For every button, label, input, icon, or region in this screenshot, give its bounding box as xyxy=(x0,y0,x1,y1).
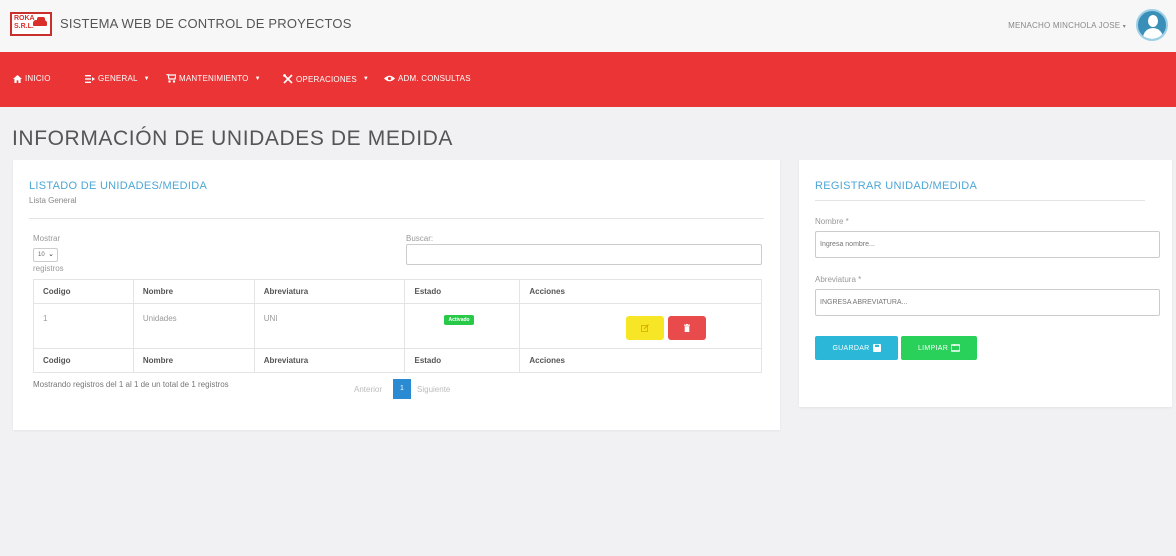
divider xyxy=(29,218,764,219)
divider xyxy=(815,200,1145,201)
register-unit-panel: REGISTRAR UNIDAD/MEDIDA Nombre * Abrevia… xyxy=(799,160,1172,407)
nav-label: MANTENIMIENTO xyxy=(179,74,249,83)
nav-item-mantenimiento[interactable]: MANTENIMIENTO ▼ xyxy=(166,74,261,83)
search-input[interactable] xyxy=(406,244,762,265)
top-bar: ROKA S.R.L. SISTEMA WEB DE CONTROL DE PRO… xyxy=(0,0,1176,52)
main-nav: INICIO GENERAL ▼ MANTENIMIENTO ▼ OPERACI… xyxy=(0,52,1176,107)
trash-icon xyxy=(684,324,691,332)
abbr-label: Abreviatura * xyxy=(815,275,862,284)
page-size-value: 10 xyxy=(38,252,45,258)
nav-item-inicio[interactable]: INICIO xyxy=(13,74,51,83)
status-badge: Activado xyxy=(444,315,474,325)
company-logo[interactable]: ROKA S.R.L. xyxy=(10,12,52,36)
list-panel-title: LISTADO DE UNIDADES/MEDIDA xyxy=(29,180,208,192)
nav-item-operaciones[interactable]: OPERACIONES ▼ xyxy=(283,74,369,84)
avatar[interactable] xyxy=(1136,9,1168,41)
cell-codigo: 1 xyxy=(33,303,134,349)
cell-nombre: Unidades xyxy=(133,303,255,349)
cell-abreviatura: UNI xyxy=(254,303,406,349)
eye-icon xyxy=(384,75,395,82)
logo-text: ROKA S.R.L. xyxy=(14,15,35,30)
nav-label: ADM. CONSULTAS xyxy=(398,74,471,83)
delete-button[interactable] xyxy=(668,316,707,340)
nav-label: OPERACIONES xyxy=(296,74,357,84)
pager-previous[interactable]: Anterior xyxy=(354,385,382,394)
form-panel-title: REGISTRAR UNIDAD/MEDIDA xyxy=(815,180,978,192)
column-footer: Estado xyxy=(404,348,521,373)
tools-icon xyxy=(283,74,293,84)
home-icon xyxy=(13,74,22,83)
column-header[interactable]: Acciones xyxy=(519,279,762,304)
list-icon xyxy=(85,74,95,83)
table-row: 1 Unidades UNI Activado xyxy=(33,303,762,349)
column-footer: Nombre xyxy=(133,348,255,373)
show-label: Mostrar xyxy=(33,234,61,243)
nav-item-adm-consultas[interactable]: ADM. CONSULTAS xyxy=(384,74,471,83)
column-header[interactable]: Nombre xyxy=(133,279,255,304)
abbreviation-field[interactable] xyxy=(815,289,1160,316)
records-label: registros xyxy=(33,264,64,273)
floppy-icon xyxy=(872,344,881,352)
chevron-down-icon: ▼ xyxy=(362,76,370,82)
cell-estado: Activado xyxy=(404,303,521,349)
edit-icon xyxy=(641,324,650,332)
pager-next[interactable]: Siguiente xyxy=(417,385,450,394)
column-header[interactable]: Codigo xyxy=(33,279,134,304)
column-footer: Acciones xyxy=(519,348,762,373)
user-name: MENACHO MINCHOLA JOSE xyxy=(1008,21,1121,30)
user-menu[interactable]: MENACHO MINCHOLA JOSE ▾ xyxy=(1008,21,1126,30)
save-button[interactable]: GUARDAR xyxy=(815,336,898,360)
table-footer-row: Codigo Nombre Abreviatura Estado Accione… xyxy=(33,348,762,373)
cell-acciones xyxy=(519,303,762,349)
name-label: Nombre * xyxy=(815,217,849,226)
nav-label: GENERAL xyxy=(98,74,138,83)
units-list-panel: LISTADO DE UNIDADES/MEDIDA Lista General… xyxy=(13,160,780,430)
table-info: Mostrando registros del 1 al 1 de un tot… xyxy=(33,380,229,389)
page-size-select[interactable]: 10 ⌄ xyxy=(33,248,58,262)
table-header-row: Codigo Nombre Abreviatura Estado Accione… xyxy=(33,279,762,304)
chevron-down-icon: ▼ xyxy=(254,75,261,82)
column-footer: Abreviatura xyxy=(254,348,406,373)
column-header[interactable]: Abreviatura xyxy=(254,279,406,304)
page-title: INFORMACIÓN DE UNIDADES DE MEDIDA xyxy=(12,127,453,150)
chevron-down-icon: ▼ xyxy=(143,75,150,82)
cart-icon xyxy=(166,74,176,83)
refresh-icon xyxy=(951,344,961,352)
search-label: Buscar: xyxy=(406,234,434,243)
list-panel-subtitle: Lista General xyxy=(29,196,77,205)
save-label: GUARDAR xyxy=(832,344,870,352)
pager-current-page[interactable]: 1 xyxy=(393,379,411,399)
clear-label: LIMPIAR xyxy=(917,344,949,352)
nav-item-general[interactable]: GENERAL ▼ xyxy=(85,74,150,83)
edit-button[interactable] xyxy=(626,316,665,340)
clear-button[interactable]: LIMPIAR xyxy=(901,336,977,360)
units-table: Codigo Nombre Abreviatura Estado Accione… xyxy=(33,279,762,373)
column-header[interactable]: Estado xyxy=(404,279,521,304)
column-footer: Codigo xyxy=(33,348,134,373)
chevron-down-icon: ▾ xyxy=(1122,24,1126,30)
name-field[interactable] xyxy=(815,231,1160,258)
app-title: SISTEMA WEB DE CONTROL DE PROYECTOS xyxy=(60,16,352,31)
chevron-down-icon: ⌄ xyxy=(48,251,54,258)
nav-label: INICIO xyxy=(25,74,51,83)
